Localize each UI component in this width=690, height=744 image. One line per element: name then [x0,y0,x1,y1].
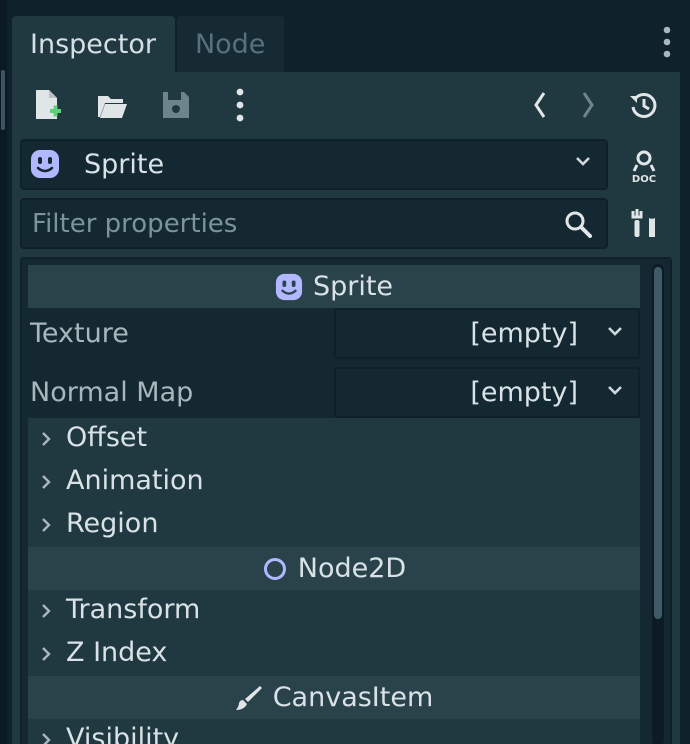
history-forward-icon[interactable] [570,87,606,123]
group-offset[interactable]: Offset [28,418,640,461]
normal-map-resource-picker[interactable]: [empty] [334,367,640,418]
section-sprite-label: Sprite [312,271,394,302]
new-resource-icon[interactable] [30,87,66,123]
dock-menu-icon[interactable] [660,26,674,60]
node-selector-title: Sprite [84,149,165,180]
property-list: Sprite Texture [empty] Normal Map [empty… [20,257,672,744]
node2d-circle-icon [263,557,286,580]
dock-tabbar: Inspector Node [12,16,285,72]
chevron-down-icon [608,386,622,395]
doc-icon: DOC [632,150,656,183]
chevron-right-icon [42,647,51,661]
svg-text:DOC: DOC [632,174,656,183]
property-texture: Texture [empty] [28,308,640,367]
splitter-grip[interactable] [1,70,5,130]
texture-resource-picker[interactable]: [empty] [334,308,640,359]
group-region-label: Region [66,508,159,539]
group-transform[interactable]: Transform [28,590,640,633]
group-animation-label: Animation [66,465,204,496]
chevron-down-icon [608,327,622,336]
section-node2d-label: Node2D [297,553,407,584]
object-properties-button[interactable] [626,205,662,241]
sprite-face-icon [275,273,303,300]
property-scrollbar[interactable] [652,264,664,744]
property-normal-map: Normal Map [empty] [28,367,640,418]
chevron-right-icon [42,733,51,744]
chevron-right-icon [42,432,51,446]
group-animation[interactable]: Animation [28,461,640,504]
group-z-index[interactable]: Z Index [28,633,640,676]
chevron-down-icon [576,157,590,166]
group-transform-label: Transform [66,594,201,625]
open-docs-button[interactable]: DOC [622,144,666,188]
sprite-face-icon [31,150,59,178]
group-region[interactable]: Region [28,504,640,547]
chevron-right-icon [42,518,51,532]
inspector-panel: Sprite DOC Spri [12,72,680,744]
group-offset-label: Offset [66,422,148,453]
tab-node[interactable]: Node [176,16,285,72]
brush-icon [235,685,262,710]
chevron-right-icon [42,604,51,618]
group-z-index-label: Z Index [66,637,168,668]
search-icon [565,211,592,238]
save-icon[interactable] [158,87,194,123]
chevron-right-icon [42,475,51,489]
section-node2d[interactable]: Node2D [28,547,640,590]
tab-inspector[interactable]: Inspector [12,16,175,72]
filter-properties-field[interactable] [20,198,608,249]
section-canvasitem-label: CanvasItem [272,682,434,713]
group-visibility-label: Visibility [66,723,180,744]
section-canvasitem[interactable]: CanvasItem [28,676,640,719]
filter-properties-input[interactable] [32,204,552,244]
more-options-icon[interactable] [222,87,258,123]
history-back-icon[interactable] [522,87,558,123]
texture-value: [empty] [470,318,578,349]
scrollbar-thumb[interactable] [654,267,662,619]
section-sprite[interactable]: Sprite [28,265,640,308]
group-visibility[interactable]: Visibility [28,719,640,744]
node-selector[interactable]: Sprite [20,139,608,190]
texture-label: Texture [30,318,129,349]
history-icon[interactable] [626,87,662,123]
normal-map-value: [empty] [470,377,578,408]
normal-map-label: Normal Map [30,377,194,408]
dock-splitter[interactable] [0,0,7,744]
tools-icon [631,209,655,237]
open-folder-icon[interactable] [94,87,130,123]
